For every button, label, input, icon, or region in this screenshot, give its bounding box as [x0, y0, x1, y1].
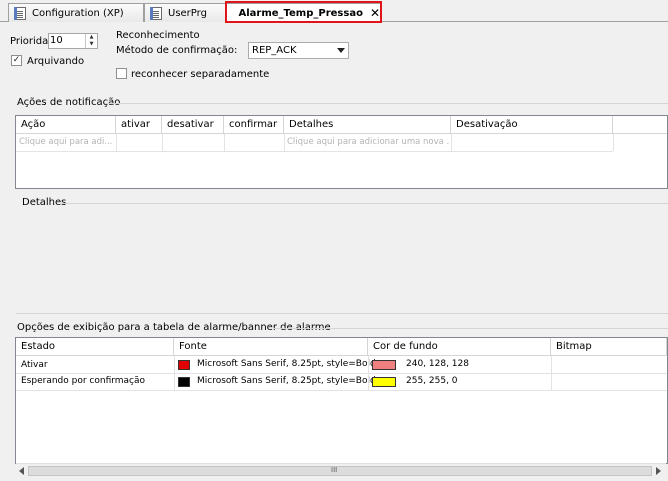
new-details-placeholder[interactable]: Clique aqui para adicionar uma nova ... — [287, 137, 449, 147]
archiving-label: Arquivando — [27, 56, 85, 67]
grip-icon: III — [331, 466, 338, 474]
column-header[interactable]: Bitmap — [551, 338, 667, 355]
tab-label: Alarme_Temp_Pressao — [238, 7, 363, 19]
editor-tab-bar: Configuration (XP) UserPrg Alarme_Temp_P… — [0, 0, 668, 23]
column-header[interactable]: ativar — [116, 116, 162, 133]
spin-down-icon[interactable]: ▼ — [86, 41, 97, 48]
ack-separately-checkbox[interactable] — [116, 68, 127, 79]
acknowledgment-group-label: Reconhecimento — [116, 30, 200, 41]
column-header[interactable]: desativar — [162, 116, 224, 133]
archiving-checkbox[interactable]: ✓ — [11, 55, 22, 66]
font-color-swatch — [178, 377, 190, 387]
scroll-left-icon[interactable] — [19, 467, 24, 475]
scroll-right-icon[interactable] — [656, 467, 661, 475]
tab-userprg[interactable]: UserPrg — [144, 3, 226, 22]
ack-method-label: Método de confirmação: — [116, 45, 238, 56]
spin-up-icon[interactable]: ▲ — [86, 34, 97, 41]
tab-label: UserPrg — [168, 7, 207, 19]
background-cell[interactable]: 255, 255, 0 — [406, 376, 458, 386]
tab-label: Configuration (XP) — [32, 7, 124, 19]
notification-actions-table[interactable]: Ação ativar desativar confirmar Detalhes… — [15, 115, 668, 189]
notification-header: Ação ativar desativar confirmar Detalhes… — [16, 116, 667, 134]
column-header[interactable]: confirmar — [224, 116, 284, 133]
chevron-down-icon — [337, 48, 345, 53]
font-cell[interactable]: Microsoft Sans Serif, 8.25pt, style=Bold — [197, 359, 376, 369]
ack-method-value: REP_ACK — [252, 45, 297, 56]
ack-separately-label: reconhecer separadamente — [131, 69, 270, 80]
new-action-placeholder[interactable]: Clique aqui para adi... — [19, 137, 115, 147]
priority-spinner[interactable]: 10 ▲ ▼ — [48, 33, 98, 49]
scrollbar-thumb[interactable]: III — [28, 466, 652, 476]
column-header[interactable]: Cor de fundo — [368, 338, 551, 355]
state-cell: Ativar — [21, 360, 48, 370]
column-header[interactable]: Fonte — [174, 338, 368, 355]
font-cell[interactable]: Microsoft Sans Serif, 8.25pt, style=Bold — [197, 376, 376, 386]
column-header[interactable]: Estado — [16, 338, 174, 355]
background-cell[interactable]: 240, 128, 128 — [406, 359, 469, 369]
device-config-icon — [14, 6, 26, 20]
program-icon — [150, 6, 162, 20]
tab-configuration[interactable]: Configuration (XP) — [8, 3, 144, 22]
horizontal-scrollbar[interactable]: III — [16, 463, 666, 477]
background-color-swatch — [372, 377, 396, 387]
state-cell: Esperando por confirmação — [21, 376, 146, 386]
tab-alarme-temp-pressao[interactable]: Alarme_Temp_Pressao ✕ — [226, 3, 381, 22]
column-header[interactable]: Desativação — [451, 116, 613, 133]
column-header[interactable]: Detalhes — [284, 116, 451, 133]
column-header[interactable]: Ação — [16, 116, 116, 133]
font-color-swatch — [178, 360, 190, 370]
display-options-table[interactable]: Estado Fonte Cor de fundo Bitmap Ativar … — [15, 337, 668, 464]
details-label: Detalhes — [22, 197, 67, 208]
close-icon[interactable]: ✕ — [370, 6, 380, 20]
display-header: Estado Fonte Cor de fundo Bitmap — [16, 338, 667, 356]
ack-method-dropdown[interactable]: REP_ACK — [248, 42, 349, 59]
background-color-swatch — [372, 360, 396, 370]
priority-value: 10 — [50, 35, 63, 46]
